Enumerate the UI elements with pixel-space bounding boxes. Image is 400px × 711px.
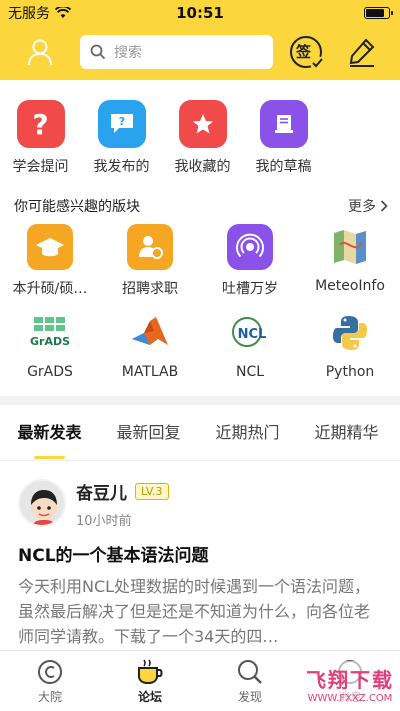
tabbar-label: 大院 [37,690,62,704]
more-link[interactable]: 更多 [348,196,388,216]
map-icon [327,224,373,270]
quick-actions: ? 学会提问 ? 我发布的 我收藏的 我的草稿 [0,80,400,188]
tab-latest-posts[interactable]: 最新发表 [0,405,99,461]
graduation-cap-icon [27,224,73,270]
post-time: 10小时前 [76,514,132,529]
tabbar-item-discover[interactable]: 发现 [200,651,300,711]
board-label: 吐槽万岁 [222,281,278,297]
more-label: 更多 [348,199,376,215]
ncl-icon: NCL [227,310,273,356]
header: 搜索 签 [0,26,400,80]
svg-text:?: ? [118,115,124,128]
profile-button[interactable] [22,34,58,70]
quick-label: 学会提问 [12,159,69,175]
quick-label: 我的草稿 [255,159,312,175]
watermark-url: WWW.FXXZ.COM [307,693,393,704]
board-label: MATLAB [121,364,179,380]
job-icon [127,224,173,270]
carrier-label: 无服务 [8,6,50,22]
wifi-icon [55,7,71,18]
board-item[interactable]: 招聘求职 [100,224,200,310]
watermark-title: 飞翔下载 [306,668,394,692]
author-row: 奋豆儿 LV.3 [76,479,169,504]
board-item[interactable]: NCL NCL [200,310,300,396]
board-label: 招聘求职 [122,281,178,297]
tabbar-label: 论坛 [137,690,162,704]
draft-icon [259,100,308,148]
author-name[interactable]: 奋豆儿 [76,479,127,504]
discover-icon [238,660,262,684]
board-label: GrADS [27,364,73,380]
question-icon: ? [16,100,65,148]
home-icon [38,660,62,684]
tab-recent-featured[interactable]: 近期精华 [297,405,396,461]
feed-tabs: 最新发表 最新回复 近期热门 近期精华 [0,405,400,461]
board-label: NCL [235,364,265,380]
ncl-logo-text: NCL [238,327,267,342]
python-icon [327,310,373,356]
battery-fill [366,9,384,17]
pencil-icon [349,38,375,67]
quick-favorites[interactable]: 我收藏的 [162,100,243,188]
board-item[interactable]: 本升硕/硕… [0,224,100,310]
board-label: MeteoInfo [315,278,385,294]
user-icon [28,39,52,66]
quick-label: 我收藏的 [174,159,231,175]
tabbar-item-forum[interactable]: 论坛 [100,651,200,711]
avatar[interactable] [18,479,66,527]
board-item[interactable]: MeteoInfo [300,224,400,310]
broadcast-icon [227,224,273,270]
board-item[interactable]: 吐槽万岁 [200,224,300,310]
chevron-right-icon [380,200,388,212]
post-card[interactable]: 奋豆儿 LV.3 10小时前 NCL的一个基本语法问题 今天利用NCL处理数据的… [0,461,400,649]
tab-latest-replies[interactable]: 最新回复 [99,405,198,461]
boards-header: 你可能感兴趣的版块 更多 [0,188,400,224]
board-item[interactable]: Python [300,310,400,396]
boards-grid: 本升硕/硕… 招聘求职 吐槽万岁 MeteoInfo GrADS GrADS M… [0,224,400,396]
post-excerpt: 今天利用NCL处理数据的时候遇到一个语法问题，虽然最后解决了但是还是不知道为什么… [18,577,371,646]
compose-button[interactable] [346,36,378,68]
top-bar: 无服务 10:51 搜索 签 [0,0,400,80]
bottom-tab-bar: 大院 论坛 发现 消息 飞翔下载 WWW.FXXZ.COM [0,650,400,711]
tabbar-label: 发现 [237,690,262,704]
sign-in-label: 签 [296,43,312,61]
post-title[interactable]: NCL的一个基本语法问题 [18,541,382,566]
battery-icon [364,7,393,19]
level-badge: LV.3 [135,483,169,500]
board-label: 本升硕/硕… [12,281,88,297]
quick-ask[interactable]: ? 学会提问 [0,100,81,188]
board-label: Python [325,364,375,380]
grads-logo-text: GrADS [30,335,70,348]
search-input[interactable]: 搜索 [80,35,273,69]
search-placeholder: 搜索 [114,45,142,61]
board-item[interactable]: GrADS GrADS [0,310,100,396]
matlab-icon [127,310,173,356]
author-info: 奋豆儿 LV.3 10小时前 [76,479,169,529]
status-bar: 无服务 10:51 [0,0,400,26]
coffee-icon [138,659,163,685]
board-item[interactable]: MATLAB [100,310,200,396]
tabbar-item-home[interactable]: 大院 [0,651,100,711]
chat-icon: ? [97,100,146,148]
search-icon [90,44,106,60]
grads-icon: GrADS [27,310,73,356]
section-title: 你可能感兴趣的版块 [14,199,140,215]
quick-my-posts[interactable]: ? 我发布的 [81,100,162,188]
star-icon [178,100,227,148]
watermark: 飞翔下载 WWW.FXXZ.COM [306,661,394,707]
sign-in-button[interactable]: 签 [288,34,328,74]
quick-label: 我发布的 [93,159,150,175]
carrier: 无服务 [8,3,71,23]
quick-drafts[interactable]: 我的草稿 [243,100,324,188]
post-author: 奋豆儿 LV.3 10小时前 [18,479,382,529]
tab-recent-hot[interactable]: 近期热门 [198,405,297,461]
